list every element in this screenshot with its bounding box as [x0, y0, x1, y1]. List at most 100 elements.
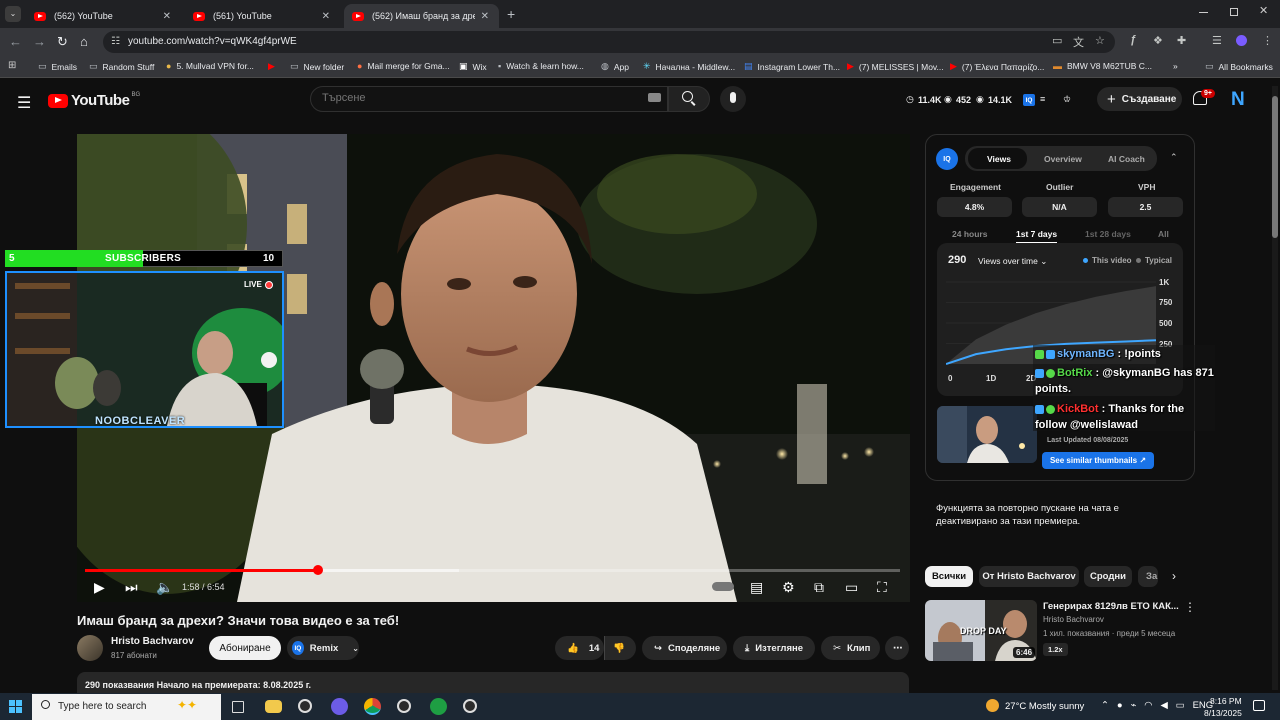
- theater-mode-icon[interactable]: ▭: [845, 579, 858, 596]
- volume-icon[interactable]: 🔈: [156, 579, 173, 596]
- more-vert-icon[interactable]: ⋮: [1184, 600, 1196, 614]
- create-button[interactable]: + Създаване: [1097, 87, 1182, 111]
- bookmark-item[interactable]: ▪ Watch & learn how...: [498, 61, 584, 71]
- reload-icon[interactable]: ↻: [57, 34, 68, 50]
- window-close-icon[interactable]: ✕: [1259, 4, 1268, 17]
- chart-metric-selector[interactable]: Views over time ⌄: [978, 256, 1047, 267]
- bookmark-item[interactable]: ● 5. Mullvad VPN for...: [166, 61, 254, 71]
- all-bookmarks[interactable]: ▭ All Bookmarks: [1205, 61, 1273, 72]
- windows-start-icon[interactable]: [9, 700, 22, 713]
- app-icon[interactable]: [463, 699, 477, 713]
- notification-center-icon[interactable]: [1253, 700, 1265, 711]
- collapse-chevron-icon[interactable]: ⌃: [1170, 152, 1178, 163]
- close-icon[interactable]: ✕: [163, 11, 171, 22]
- back-icon[interactable]: ←: [9, 34, 22, 49]
- bookmark-item[interactable]: ▭ Emails: [38, 61, 77, 72]
- range-1st-28-days[interactable]: 1st 28 days: [1085, 229, 1131, 239]
- bookmark-item[interactable]: ▭ Random Stuff: [89, 61, 154, 72]
- miniplayer-icon[interactable]: ⧉: [814, 579, 824, 596]
- recommended-title[interactable]: Генерирах 8129лв ЕТО КАК...: [1043, 601, 1179, 612]
- bookmark-item[interactable]: ▤ Instagram Lower Th...: [744, 61, 840, 72]
- clock-date[interactable]: 8/13/2025: [1204, 708, 1242, 718]
- close-icon[interactable]: ✕: [481, 11, 489, 22]
- chip-for-you[interactable]: За: [1138, 566, 1158, 587]
- tab-views[interactable]: Views: [987, 154, 1011, 164]
- range-24-hours[interactable]: 24 hours: [952, 229, 987, 239]
- bookmark-item[interactable]: ▶ (7) Έλενα Παπαρίζο...: [950, 61, 1044, 72]
- bookmark-item[interactable]: ◍ App: [601, 61, 629, 72]
- settings-gear-icon[interactable]: ⚙: [782, 579, 795, 596]
- more-actions-button[interactable]: ⋯: [885, 636, 909, 660]
- mic-icon[interactable]: ●: [1117, 700, 1123, 711]
- task-view-icon[interactable]: [232, 701, 244, 713]
- tab-overview[interactable]: Overview: [1044, 154, 1082, 164]
- keyboard-icon[interactable]: [648, 93, 661, 102]
- bookmark-item[interactable]: ▬ BMW V8 M62TUB C...: [1053, 61, 1152, 71]
- voice-search-button[interactable]: [720, 86, 746, 112]
- display-icon[interactable]: ▭: [1176, 700, 1185, 711]
- wifi-icon[interactable]: ◠: [1144, 700, 1152, 711]
- tab-search-button[interactable]: ⌄: [5, 6, 21, 22]
- browser-tab-3-active[interactable]: (562) Имаш бранд за дрехи? Зн ✕: [344, 4, 499, 28]
- extension-fx-icon[interactable]: ƒ: [1130, 34, 1136, 46]
- video-thumbnail-preview[interactable]: [937, 406, 1037, 463]
- channel-name[interactable]: Hristo Bachvarov: [111, 636, 194, 647]
- next-icon[interactable]: ⏭: [125, 579, 138, 596]
- weather-text[interactable]: 27°C Mostly sunny: [1005, 701, 1084, 712]
- apps-grid-icon[interactable]: ⊞: [8, 60, 16, 71]
- remix-button[interactable]: IQ Remix ⌄: [287, 636, 359, 660]
- youtube-logo[interactable]: YouTube BG: [48, 92, 140, 109]
- extensions-puzzle-icon[interactable]: ✚: [1177, 34, 1186, 47]
- search-input[interactable]: [322, 92, 622, 104]
- browser-tab-1[interactable]: (562) YouTube ✕: [26, 4, 181, 28]
- clip-button[interactable]: ✂ Клип: [821, 636, 880, 660]
- system-tray[interactable]: ⌃ ● ⌁ ◠ ◀ ▭ ENG: [1101, 700, 1213, 711]
- download-button[interactable]: ⤓ Изтегляне: [733, 636, 815, 660]
- app-icon[interactable]: [397, 699, 411, 713]
- xbox-icon[interactable]: [430, 698, 447, 715]
- list-icon[interactable]: ≡: [1040, 94, 1045, 104]
- fullscreen-icon[interactable]: ⛶: [877, 579, 887, 596]
- bookmark-item[interactable]: ▶ (7) MELISSES | Mov...: [847, 61, 944, 72]
- forward-icon[interactable]: →: [33, 34, 46, 49]
- url-text[interactable]: youtube.com/watch?v=qWK4gf4prWE: [128, 36, 297, 47]
- profile-avatar[interactable]: [1236, 35, 1247, 46]
- play-icon[interactable]: ▶: [94, 579, 105, 596]
- bookmark-item[interactable]: ▭ New folder: [290, 61, 344, 72]
- weather-sun-icon[interactable]: [986, 699, 999, 712]
- vidiq-icon[interactable]: IQ: [1023, 94, 1035, 106]
- reading-list-icon[interactable]: ☰: [1212, 34, 1222, 47]
- chip-from-channel[interactable]: От Hristo Bachvarov: [979, 566, 1079, 587]
- bookmark-star-icon[interactable]: ☆: [1095, 34, 1105, 47]
- chevron-right-icon[interactable]: ›: [1172, 569, 1176, 583]
- recommended-channel[interactable]: Hristo Bachvarov: [1043, 615, 1104, 624]
- bookmark-item[interactable]: ▶: [268, 61, 280, 72]
- home-icon[interactable]: ⌂: [80, 34, 88, 49]
- app-icon[interactable]: [331, 698, 348, 715]
- close-icon[interactable]: ✕: [322, 11, 330, 22]
- menu-hamburger-icon[interactable]: ☰: [17, 93, 31, 113]
- autoplay-toggle[interactable]: [712, 582, 734, 591]
- account-avatar[interactable]: N: [1231, 89, 1245, 111]
- bookmarks-overflow[interactable]: »: [1173, 61, 1178, 71]
- trophy-icon[interactable]: ♔: [1063, 94, 1071, 105]
- bookmark-item[interactable]: ▣ Wix: [459, 61, 487, 72]
- bookmark-item[interactable]: ● Mail merge for Gma...: [357, 61, 450, 71]
- app-icon[interactable]: [298, 699, 312, 713]
- file-explorer-icon[interactable]: [265, 700, 282, 713]
- translate-icon[interactable]: 文: [1073, 34, 1084, 50]
- dislike-button[interactable]: 👎: [604, 636, 636, 660]
- subtitles-icon[interactable]: ▤: [750, 579, 763, 596]
- extension-icon[interactable]: ❖: [1153, 34, 1163, 47]
- chrome-icon[interactable]: [364, 698, 381, 715]
- share-button[interactable]: ↪ Споделяне: [642, 636, 727, 660]
- restore-icon[interactable]: [1230, 8, 1238, 16]
- range-all[interactable]: All: [1158, 229, 1169, 239]
- clock-time[interactable]: 8:16 PM: [1210, 696, 1242, 706]
- subscribe-button[interactable]: Абониране: [209, 636, 281, 660]
- speaker-icon[interactable]: ◀: [1160, 700, 1167, 711]
- range-1st-7-days[interactable]: 1st 7 days: [1016, 229, 1058, 244]
- chip-related[interactable]: Сродни: [1084, 566, 1132, 587]
- site-info-icon[interactable]: ☷: [111, 36, 120, 47]
- scrollbar-thumb[interactable]: [1272, 96, 1278, 238]
